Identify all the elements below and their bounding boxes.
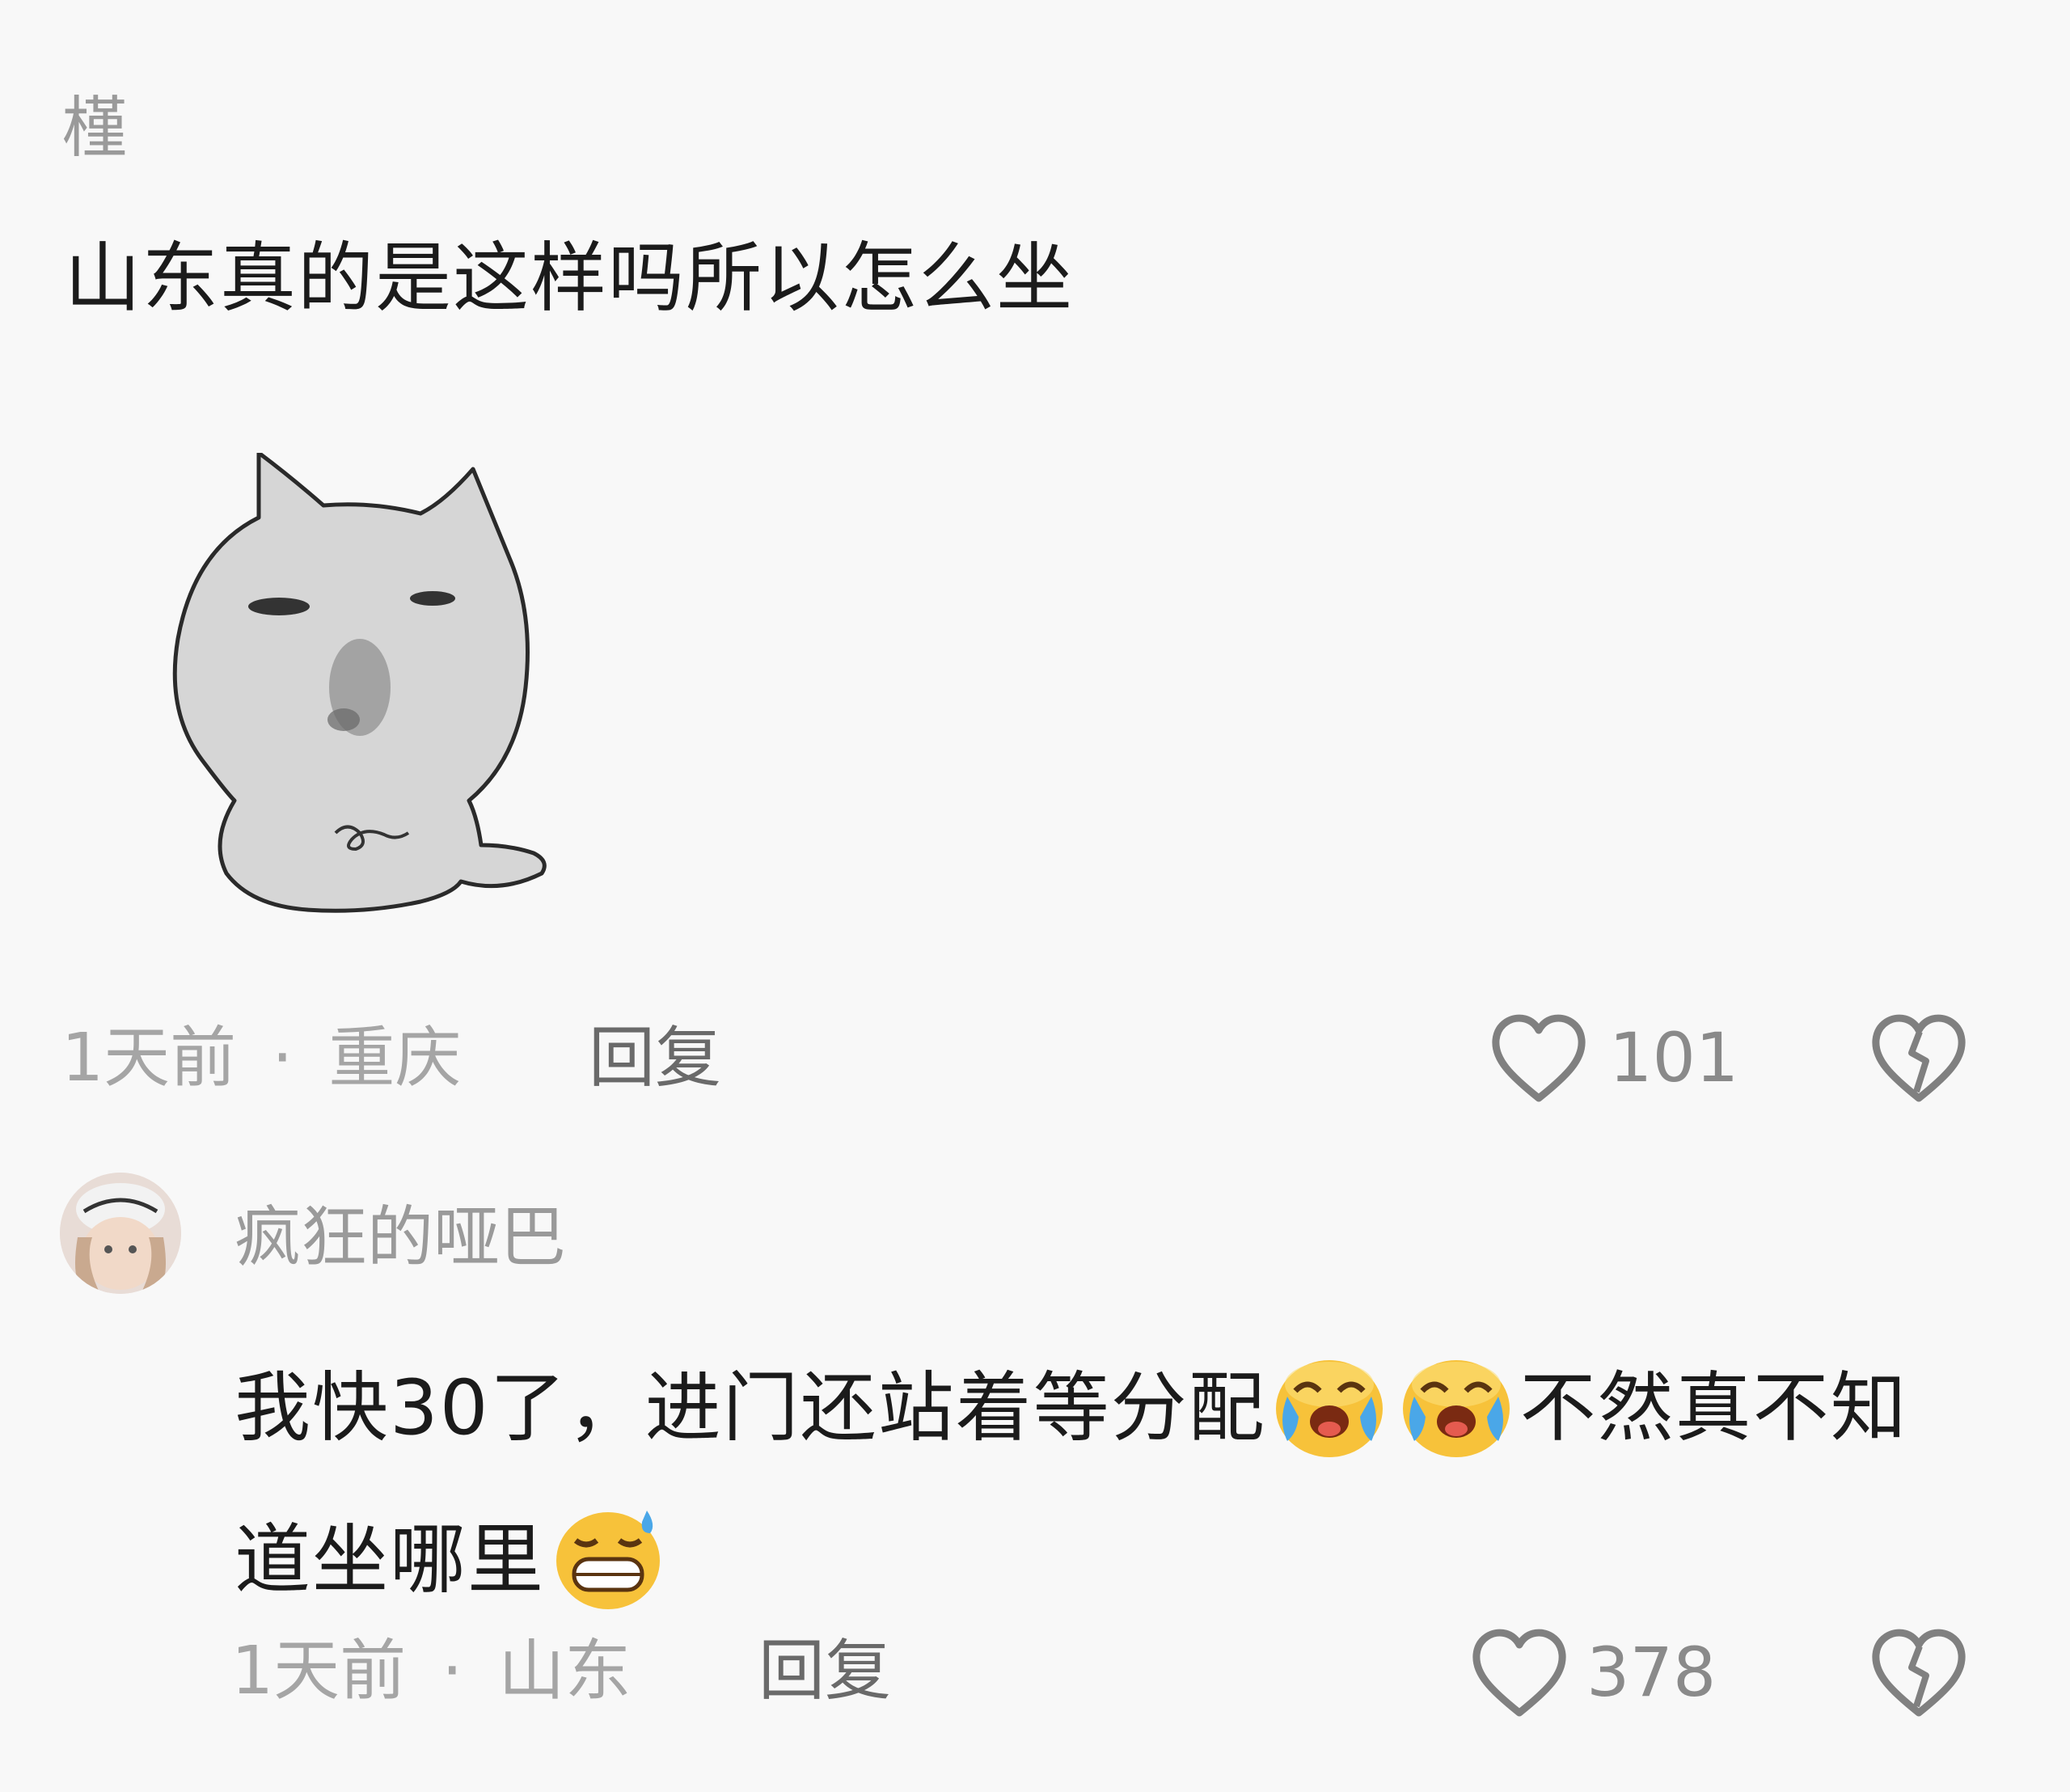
- comment-text: 山东真的是这样吗所以怎么坐: [65, 235, 1075, 323]
- comment-time: 1天前: [61, 1020, 237, 1097]
- heart-outline-icon[interactable]: [1486, 1011, 1591, 1108]
- comment-location: 山东: [498, 1633, 632, 1710]
- broken-heart-icon[interactable]: [1866, 1011, 1971, 1108]
- reply-button[interactable]: 回复: [758, 1638, 891, 1705]
- comment-text-part: 我快30了，进门还站着等分配: [234, 1364, 1266, 1452]
- comment-username[interactable]: 槿: [61, 95, 128, 162]
- like-count: 378: [1586, 1633, 1717, 1712]
- crying-laugh-emoji: [1402, 1360, 1510, 1457]
- crying-laugh-emoji: [1275, 1360, 1383, 1457]
- meta-separator: ·: [272, 1020, 294, 1097]
- like-count: 101: [1609, 1018, 1739, 1097]
- cat-face-sticker[interactable]: [162, 453, 550, 922]
- comment-time: 1天前: [231, 1633, 407, 1710]
- nervous-grin-emoji: [556, 1511, 661, 1609]
- meta-separator: ·: [441, 1633, 463, 1710]
- comment-username[interactable]: 疯狂的哑巴: [234, 1205, 566, 1271]
- comment-text: 我快30了，进门还站着等分配 不然真不知道坐哪里: [234, 1333, 1973, 1637]
- avatar[interactable]: [60, 1173, 181, 1294]
- heart-outline-icon[interactable]: [1467, 1625, 1572, 1722]
- broken-heart-icon[interactable]: [1866, 1625, 1971, 1722]
- reply-button[interactable]: 回复: [589, 1025, 721, 1092]
- comment-location: 重庆: [328, 1020, 462, 1097]
